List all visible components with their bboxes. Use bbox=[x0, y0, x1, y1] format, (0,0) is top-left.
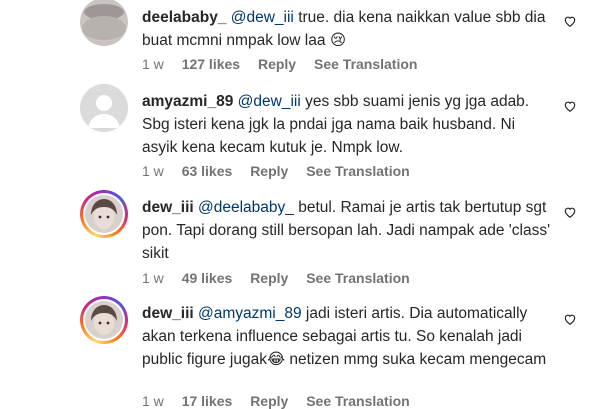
comment-username[interactable]: deelababy_ bbox=[142, 9, 226, 26]
comment-mention[interactable]: @dew_iii bbox=[238, 93, 301, 110]
heart-outline-icon[interactable] bbox=[563, 205, 577, 219]
avatar-story-ring[interactable] bbox=[80, 296, 128, 344]
comment-mention[interactable]: @dew_iii bbox=[231, 9, 294, 26]
see-translation-button[interactable]: See Translation bbox=[306, 393, 409, 409]
avatar-photo bbox=[85, 301, 123, 339]
comment-username[interactable]: dew_iii bbox=[142, 199, 194, 216]
avatar[interactable] bbox=[80, 84, 128, 132]
reply-button[interactable]: Reply bbox=[258, 56, 296, 72]
comment-likes[interactable]: 17 likes bbox=[182, 393, 233, 409]
comment-likes[interactable]: 63 likes bbox=[182, 163, 233, 179]
comment-body-continued: netizen mmg suka kecam mengecam bbox=[289, 351, 547, 368]
comment-time: 1 w bbox=[142, 393, 164, 409]
see-translation-button[interactable]: See Translation bbox=[314, 56, 417, 72]
comment-text: amyazmi_89 @dew_iii yes sbb suami jenis … bbox=[142, 90, 552, 159]
see-translation-button[interactable]: See Translation bbox=[306, 163, 409, 179]
heart-outline-icon[interactable] bbox=[563, 312, 577, 326]
comment-meta: 1 w 127 likes Reply See Translation bbox=[142, 56, 431, 72]
comment-text: dew_iii @deelababy_ betul. Ramai je arti… bbox=[142, 196, 552, 265]
avatar-photo bbox=[85, 195, 123, 233]
comment-text: dew_iii @amyazmi_89 jadi isteri artis. D… bbox=[142, 302, 552, 371]
heart-outline-icon[interactable] bbox=[563, 99, 577, 113]
see-translation-button[interactable]: See Translation bbox=[306, 270, 409, 286]
comment-time: 1 w bbox=[142, 270, 164, 286]
comment-mention[interactable]: @deelababy_ bbox=[198, 199, 294, 216]
comment-text: deelababy_ @dew_iii true. dia kena naikk… bbox=[142, 6, 552, 52]
comment-meta: 1 w 17 likes Reply See Translation bbox=[142, 393, 424, 409]
comment-meta: 1 w 49 likes Reply See Translation bbox=[142, 270, 424, 286]
crying-emoji: 😢 bbox=[329, 32, 346, 49]
comment-username[interactable]: amyazmi_89 bbox=[142, 93, 233, 110]
comment-likes[interactable]: 127 likes bbox=[182, 56, 240, 72]
reply-button[interactable]: Reply bbox=[250, 393, 288, 409]
avatar-story-ring[interactable] bbox=[80, 190, 128, 238]
avatar[interactable] bbox=[80, 0, 128, 46]
avatar-photo bbox=[80, 0, 128, 46]
heart-outline-icon[interactable] bbox=[563, 14, 577, 28]
comment-meta: 1 w 63 likes Reply See Translation bbox=[142, 163, 424, 179]
reply-button[interactable]: Reply bbox=[250, 163, 288, 179]
reply-button[interactable]: Reply bbox=[250, 270, 288, 286]
comment-time: 1 w bbox=[142, 163, 164, 179]
comment-username[interactable]: dew_iii bbox=[142, 305, 194, 322]
laughing-emoji: 😂 bbox=[266, 351, 286, 368]
default-avatar-icon bbox=[80, 84, 128, 132]
comment-time: 1 w bbox=[142, 56, 164, 72]
comment-likes[interactable]: 49 likes bbox=[182, 270, 233, 286]
comment-mention[interactable]: @amyazmi_89 bbox=[198, 305, 302, 322]
